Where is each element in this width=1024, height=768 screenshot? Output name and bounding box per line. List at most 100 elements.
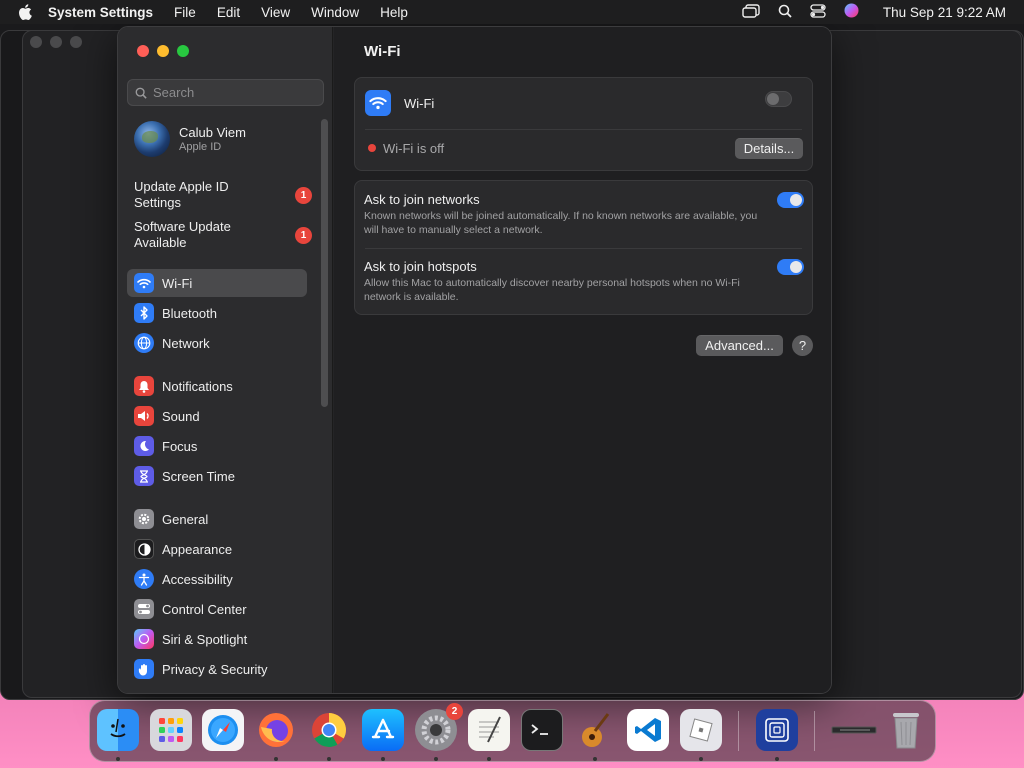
- sidebar-item-notifications[interactable]: Notifications: [127, 372, 307, 400]
- gear-icon: [134, 509, 154, 529]
- divider: [365, 248, 802, 249]
- sidebar-item-focus[interactable]: Focus: [127, 432, 307, 460]
- alert-badge: 1: [295, 227, 312, 244]
- system-settings-window: Calub Viem Apple ID Update Apple ID Sett…: [117, 26, 832, 694]
- wifi-status-text: Wi-Fi is off: [383, 141, 445, 156]
- details-button[interactable]: Details...: [735, 138, 803, 159]
- menu-view[interactable]: View: [261, 5, 290, 20]
- sidebar-item-appearance[interactable]: Appearance: [127, 535, 307, 563]
- profile-name: Calub Viem: [179, 125, 246, 140]
- control-center-icon[interactable]: [810, 3, 826, 21]
- sidebar-item-bluetooth[interactable]: Bluetooth: [127, 299, 307, 327]
- menu-bar: System Settings File Edit View Window He…: [0, 0, 1024, 24]
- running-indicator: [775, 757, 779, 761]
- sidebar-item-privacy-security[interactable]: Privacy & Security: [127, 655, 307, 683]
- screen-sharing-icon[interactable]: [756, 709, 798, 751]
- sidebar-item-label: General: [162, 511, 209, 527]
- help-button[interactable]: ?: [792, 335, 813, 356]
- sidebar-item-screen-time[interactable]: Screen Time: [127, 462, 307, 490]
- search-input[interactable]: [153, 85, 313, 100]
- moon-icon: [134, 436, 154, 456]
- sidebar-item-accessibility[interactable]: Accessibility: [127, 565, 307, 593]
- alert-label: Software Update Available: [134, 219, 231, 250]
- vscode-icon[interactable]: [627, 709, 669, 751]
- content-pane: Wi-Fi Wi-Fi Wi-Fi is off Details... Ask …: [334, 27, 831, 693]
- apple-logo-icon[interactable]: [18, 4, 34, 20]
- accessibility-icon: [134, 569, 154, 589]
- wifi-card: Wi-Fi Wi-Fi is off Details...: [354, 77, 813, 171]
- sidebar-item-label: Wi-Fi: [162, 275, 193, 291]
- wifi-toggle[interactable]: [765, 91, 792, 107]
- garageband-icon[interactable]: [574, 709, 616, 751]
- alert-label: Update Apple ID Settings: [134, 179, 229, 210]
- bluetooth-icon: [134, 303, 154, 323]
- menu-app-name[interactable]: System Settings: [48, 5, 153, 20]
- sidebar-item-general[interactable]: General: [127, 505, 307, 533]
- advanced-button[interactable]: Advanced...: [696, 335, 783, 356]
- page-title: Wi-Fi: [364, 43, 401, 60]
- search-icon: [135, 87, 147, 99]
- trash-icon[interactable]: [885, 709, 927, 751]
- close-button[interactable]: [137, 45, 149, 57]
- app-store-icon[interactable]: [362, 709, 404, 751]
- dock-separator: [738, 711, 739, 751]
- siri-icon[interactable]: [844, 3, 859, 21]
- divider: [365, 129, 802, 130]
- menu-help[interactable]: Help: [380, 5, 408, 20]
- profile-subtitle: Apple ID: [179, 141, 222, 153]
- alert-badge: 1: [295, 187, 312, 204]
- minimize-button[interactable]: [157, 45, 169, 57]
- dock: 2: [89, 700, 936, 762]
- ask-join-networks-toggle[interactable]: [777, 192, 804, 208]
- ask-join-hotspots-toggle[interactable]: [777, 259, 804, 275]
- search-icon[interactable]: [778, 4, 792, 21]
- status-dot: [368, 144, 376, 152]
- window-stack-icon[interactable]: [742, 3, 760, 21]
- background-window-controls: [30, 36, 82, 48]
- sidebar-item-label: Bluetooth: [162, 305, 217, 321]
- siri-icon: [134, 629, 154, 649]
- option-description: Known networks will be joined automatica…: [364, 210, 758, 236]
- finder-icon[interactable]: [97, 709, 139, 751]
- minimized-window-icon[interactable]: [830, 709, 878, 751]
- menu-window[interactable]: Window: [311, 5, 359, 20]
- launchpad-icon[interactable]: [150, 709, 192, 751]
- sidebar-item-label: Appearance: [162, 541, 233, 557]
- safari-icon[interactable]: [202, 709, 244, 751]
- chrome-icon[interactable]: [308, 709, 350, 751]
- sidebar-item-siri-spotlight[interactable]: Siri & Spotlight: [127, 625, 307, 653]
- dock-badge: 2: [446, 703, 463, 720]
- sidebar-item-label: Accessibility: [162, 571, 233, 587]
- running-indicator: [327, 757, 331, 761]
- hourglass-icon: [134, 466, 154, 486]
- alert-software-update[interactable]: Software Update Available 1: [134, 219, 314, 251]
- sidebar-item-wifi[interactable]: Wi-Fi: [127, 269, 307, 297]
- sidebar-scrollbar[interactable]: [321, 119, 328, 407]
- firefox-icon[interactable]: [255, 709, 297, 751]
- terminal-icon[interactable]: [521, 709, 563, 751]
- running-indicator: [381, 757, 385, 761]
- roblox-icon[interactable]: [680, 709, 722, 751]
- sidebar: Calub Viem Apple ID Update Apple ID Sett…: [118, 27, 333, 693]
- system-settings-icon[interactable]: 2: [415, 703, 463, 751]
- maximize-button[interactable]: [177, 45, 189, 57]
- sidebar-item-network[interactable]: Network: [127, 329, 307, 357]
- alert-update-apple-id[interactable]: Update Apple ID Settings 1: [134, 179, 314, 211]
- running-indicator: [274, 757, 278, 761]
- sidebar-item-label: Screen Time: [162, 468, 235, 484]
- running-indicator: [487, 757, 491, 761]
- sidebar-item-control-center[interactable]: Control Center: [127, 595, 307, 623]
- dock-separator: [814, 711, 815, 751]
- menu-clock[interactable]: Thu Sep 21 9:22 AM: [883, 5, 1006, 20]
- menu-edit[interactable]: Edit: [217, 5, 240, 20]
- textedit-icon[interactable]: [468, 709, 510, 751]
- sidebar-item-label: Network: [162, 335, 210, 351]
- menu-file[interactable]: File: [174, 5, 196, 20]
- toggles-icon: [134, 599, 154, 619]
- wifi-icon: [365, 90, 391, 116]
- search-field[interactable]: [127, 79, 324, 106]
- running-indicator: [434, 757, 438, 761]
- apple-id-profile[interactable]: Calub Viem Apple ID: [134, 121, 246, 157]
- sidebar-item-sound[interactable]: Sound: [127, 402, 307, 430]
- hand-icon: [134, 659, 154, 679]
